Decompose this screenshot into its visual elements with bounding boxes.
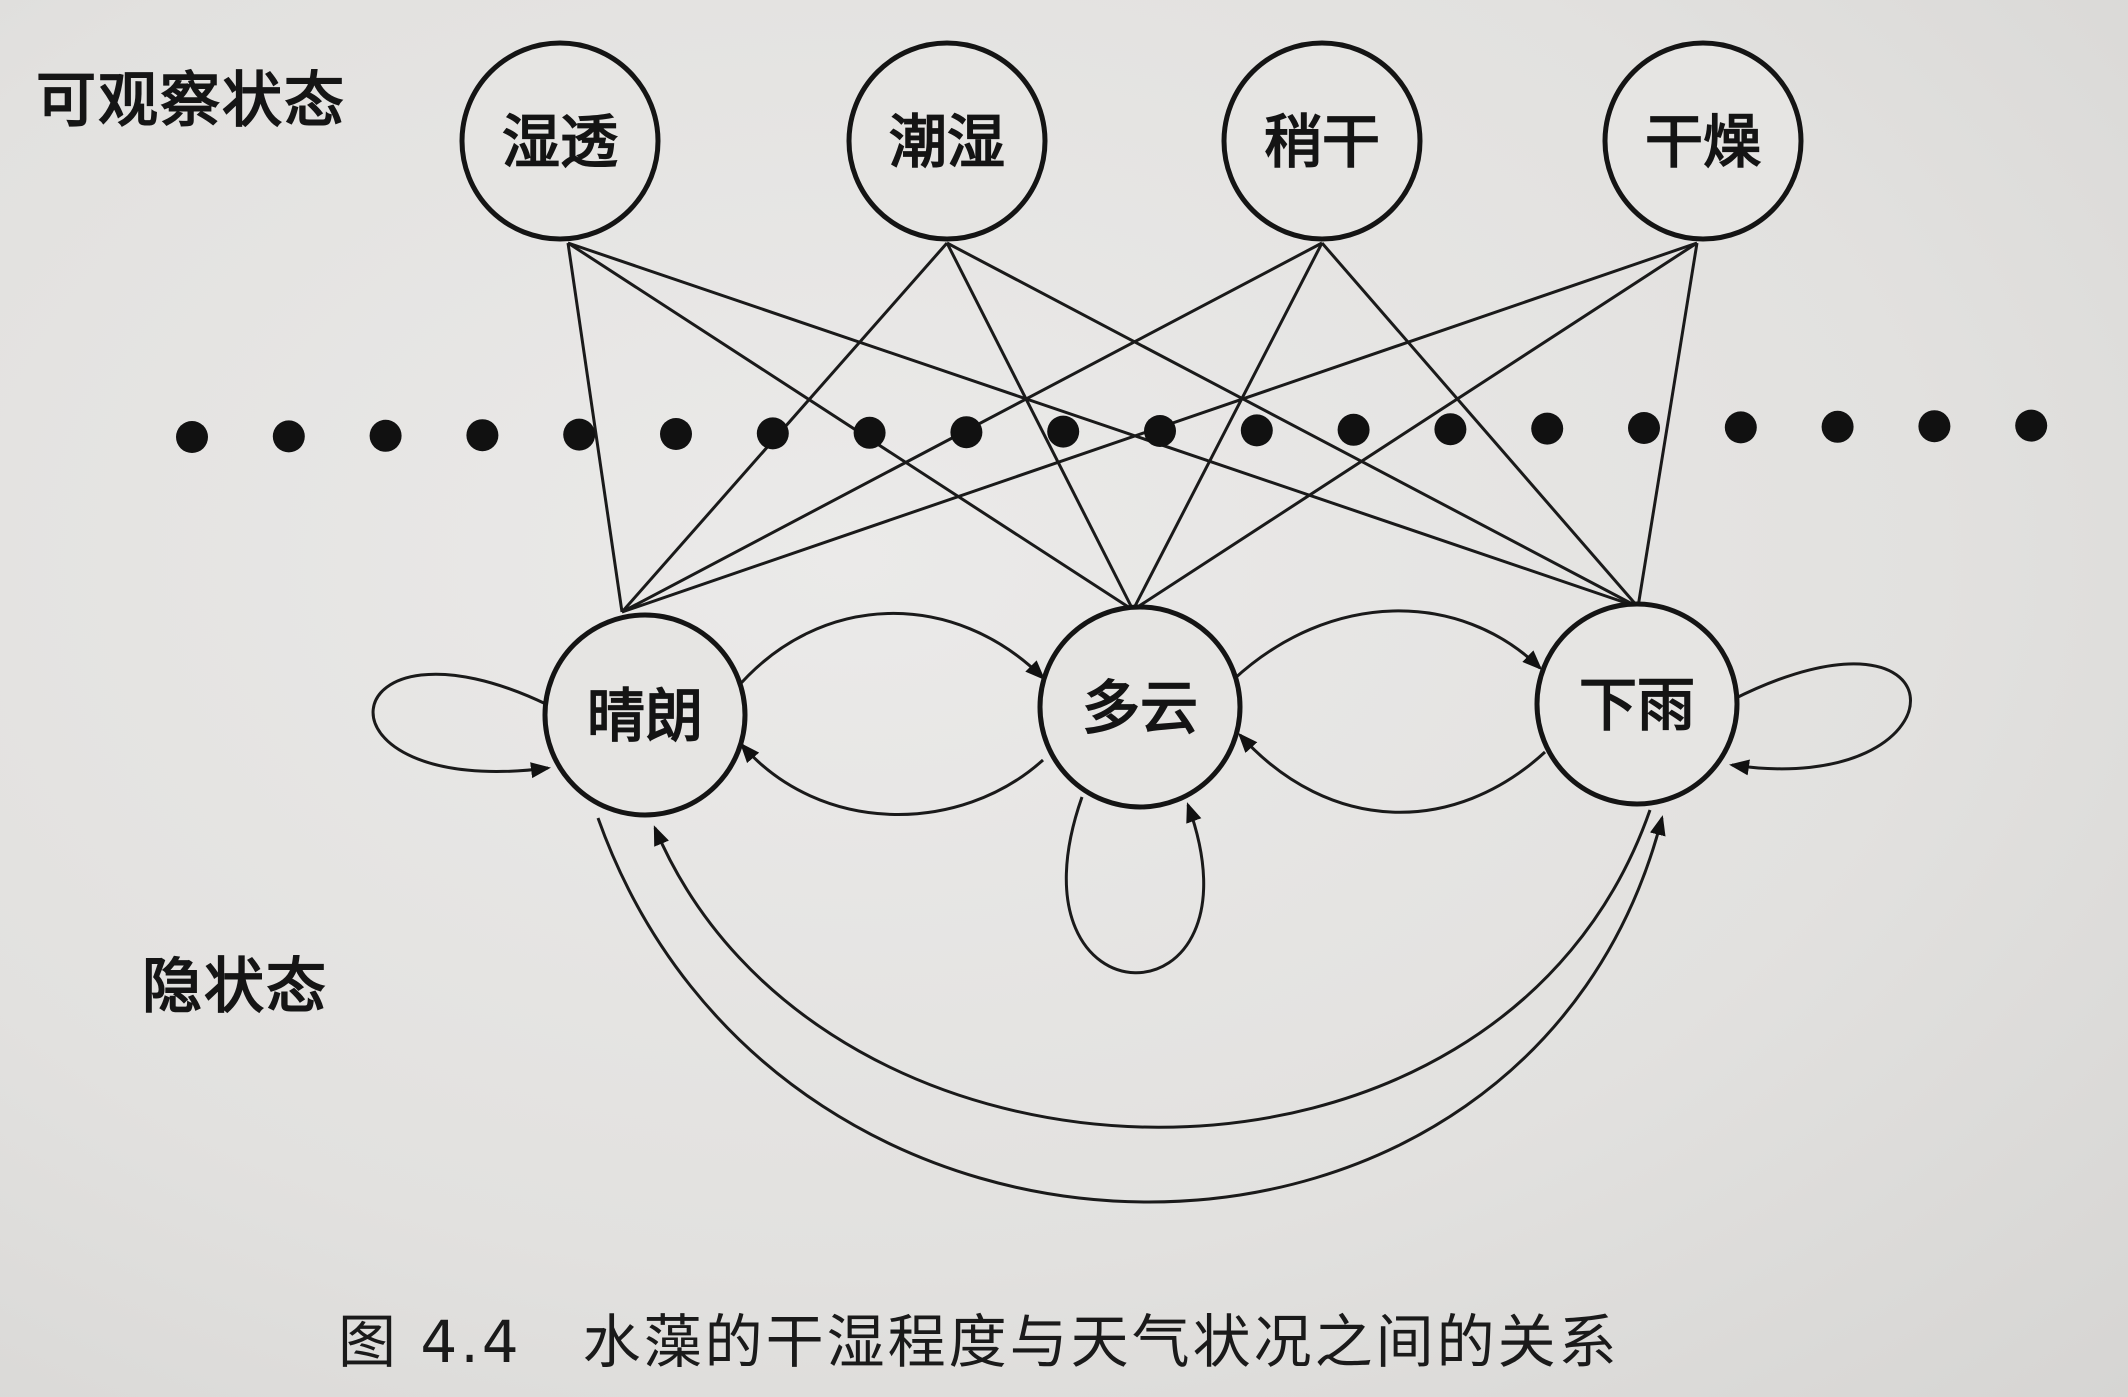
hidden-node-label: 晴朗 [587,682,703,750]
separator-dot [950,416,983,449]
separator-dot [1531,412,1564,445]
separator-dot [272,420,305,453]
separator-dot [1918,410,1951,443]
separator-dot [1821,410,1854,443]
hidden-nodes: 晴朗 多云 下雨 [542,601,1740,818]
separator-dot [756,417,789,450]
hmm-diagram: 湿透 潮湿 稍干 干燥 晴朗 多云 下雨 [176,40,2048,1204]
hidden-node-label: 下雨 [1579,671,1695,739]
separator-dot [660,418,692,450]
separator-dot [1337,413,1370,446]
hidden-node-rainy: 下雨 [1534,601,1740,807]
hidden-node-sunny: 晴朗 [542,612,748,818]
observable-node-label: 稍干 [1264,108,1380,176]
self-loop-sunny [371,672,551,779]
figure-caption: 图 4.4 水藻的干湿程度与天气状况之间的关系 [338,1308,1620,1376]
separator-dot [2015,409,2048,442]
observable-node-label: 潮湿 [889,108,1005,176]
separator-dots [176,409,2048,453]
observable-node-label: 干燥 [1645,108,1762,176]
hidden-node-cloudy: 多云 [1037,604,1243,810]
separator-dot [369,419,402,452]
arrow-rainy-to-cloudy [1237,732,1547,814]
separator-dot [1240,414,1273,447]
separator-dot [1144,415,1176,447]
self-loop-rainy [1729,662,1912,776]
hidden-states-label: 隐状态 [142,952,328,1022]
observable-node: 干燥 [1602,40,1804,242]
arrow-cloudy-to-sunny [740,742,1045,816]
separator-dot [176,421,208,453]
hidden-node-label: 多云 [1082,674,1198,742]
separator-dot [1724,411,1757,444]
self-loop-cloudy [1064,796,1206,975]
observable-states-label: 可观察状态 [36,66,346,136]
separator-dot [466,419,499,452]
arrow-sunny-to-cloudy [733,612,1046,691]
arrow-sunny-to-rainy [596,815,1666,1204]
separator-dot [563,418,596,451]
observable-node: 稍干 [1221,40,1423,242]
separator-dot [853,416,886,449]
separator-dot [1628,412,1660,444]
observable-node: 潮湿 [846,40,1048,242]
emission-lines [566,241,1699,614]
arrow-cloudy-to-rainy [1231,609,1543,682]
observable-nodes: 湿透 潮湿 稍干 干燥 [459,40,1804,242]
separator-dot [1434,413,1467,446]
observable-node-label: 湿透 [502,108,619,176]
separator-dot [1047,415,1080,448]
observable-node: 湿透 [459,40,661,242]
